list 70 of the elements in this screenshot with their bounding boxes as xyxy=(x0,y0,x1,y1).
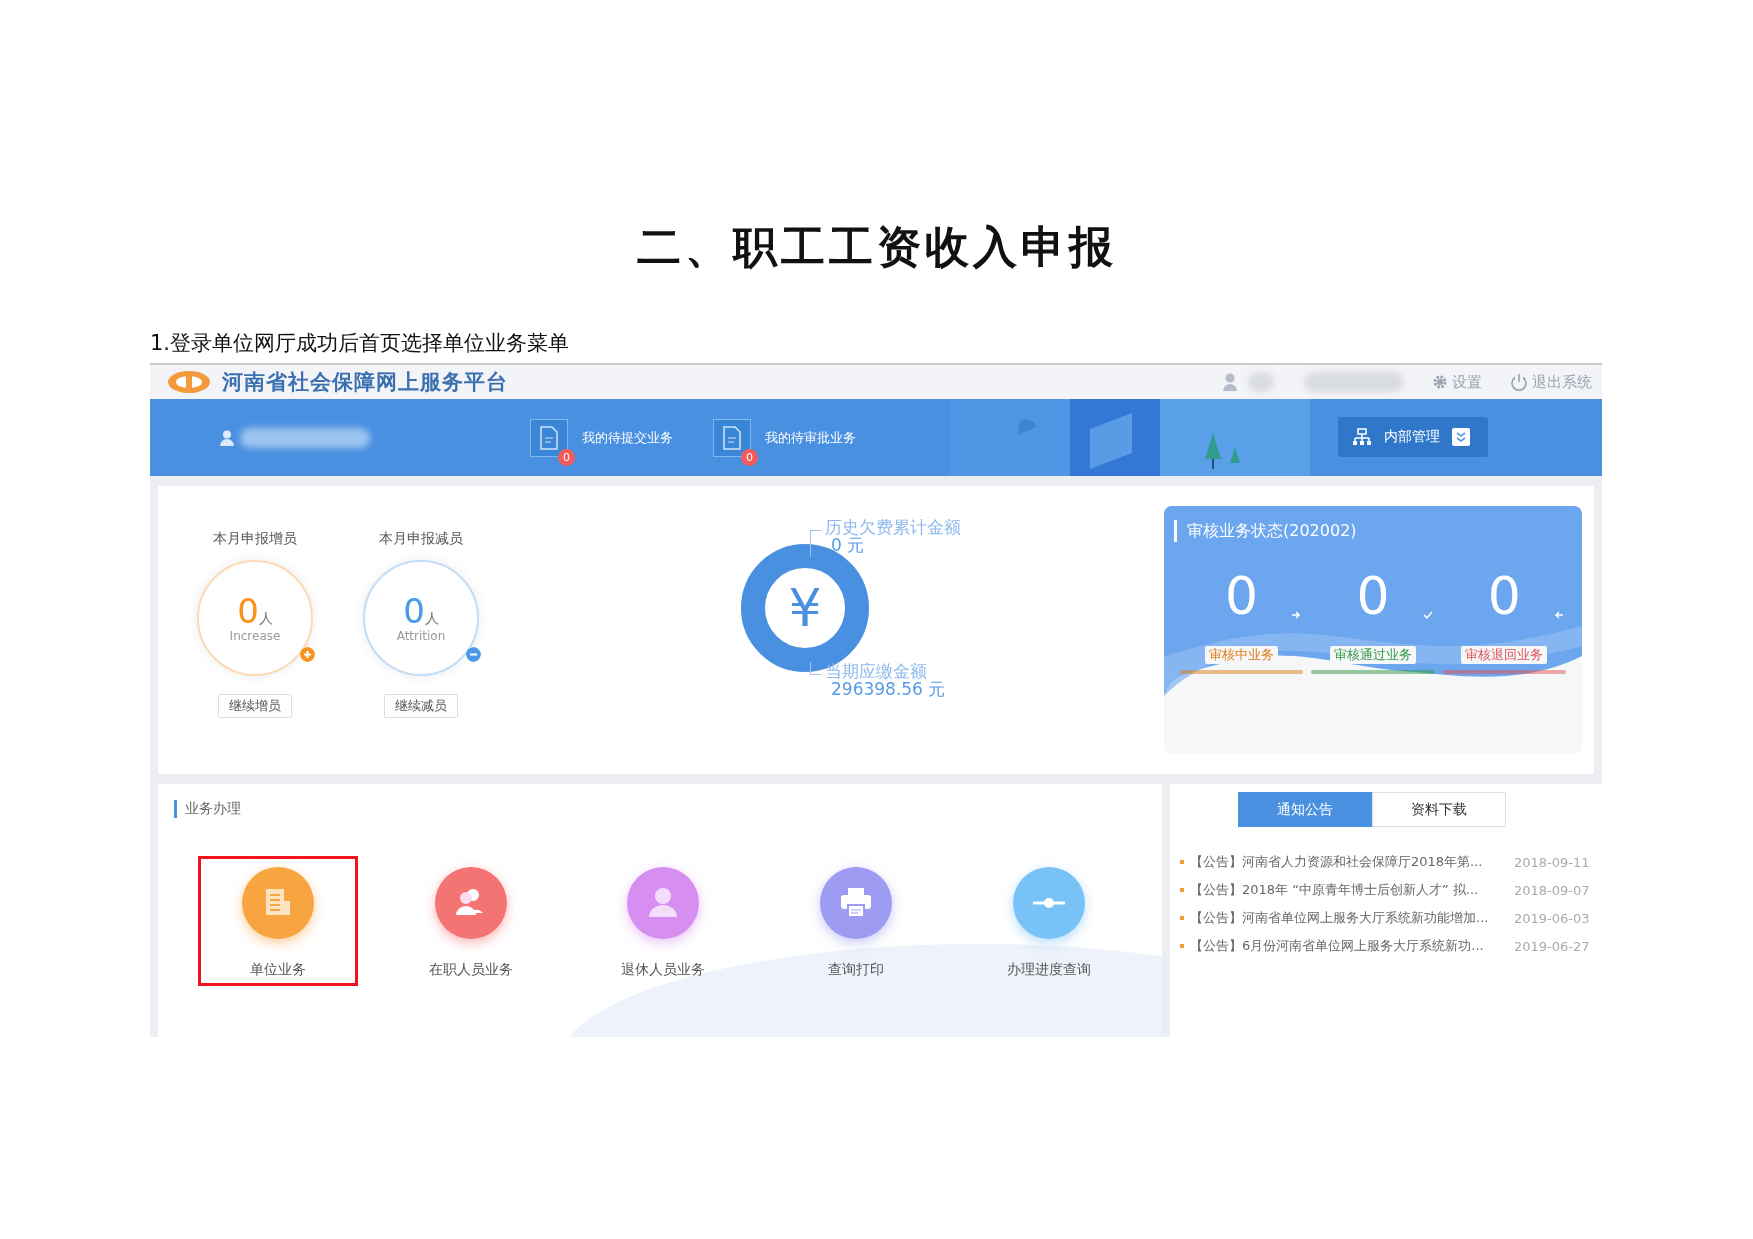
section-title: 业务办理 xyxy=(185,800,241,818)
fee-label: 历史欠费累计金额 xyxy=(825,518,961,536)
progress-icon xyxy=(1033,898,1066,908)
counter-title: 本月申报增员 xyxy=(213,530,297,548)
task-label: 我的待审批业务 xyxy=(765,428,856,447)
check-icon xyxy=(1422,610,1433,620)
task-link[interactable]: 0 我的待审批业务 xyxy=(713,406,856,469)
notice-link[interactable]: 【公告】6月份河南省单位网上服务大厅系统新功... xyxy=(1190,937,1506,955)
task-label: 我的待提交业务 xyxy=(582,428,673,447)
continue-button[interactable]: 继续增员 xyxy=(218,694,292,718)
title-accent-bar xyxy=(174,800,177,818)
title-accent-bar xyxy=(1174,520,1177,542)
bullet-icon xyxy=(1180,916,1184,920)
redacted-name xyxy=(1248,372,1274,392)
service-tile[interactable]: 办理进度查询 xyxy=(969,856,1129,986)
leader-line xyxy=(810,530,821,557)
bullet-icon xyxy=(1180,860,1184,864)
unit-label: 人 xyxy=(424,610,439,626)
unit-label: 人 xyxy=(258,610,273,626)
task-link[interactable]: 0 我的待提交业务 xyxy=(530,406,673,469)
fee-amount: 296398.56 元 xyxy=(830,680,946,698)
power-icon xyxy=(1510,373,1528,391)
bullet-icon xyxy=(1180,888,1184,892)
status-count: 0 xyxy=(1225,566,1259,626)
back-arrow-icon xyxy=(1554,610,1564,620)
notice-date: 2018-09-11 xyxy=(1514,854,1590,870)
counter-value: 0 xyxy=(237,591,259,631)
counter-title: 本月申报减员 xyxy=(379,530,463,548)
status-label: 审核退回业务 xyxy=(1461,646,1548,664)
service-tile[interactable]: 在职人员业务 xyxy=(390,856,551,986)
card-title: 审核业务状态(202002) xyxy=(1187,520,1357,542)
count-badge: 0 xyxy=(558,448,575,466)
bullet-icon xyxy=(1180,944,1184,948)
notice-date: 2019-06-27 xyxy=(1514,938,1590,954)
notice-date: 2018-09-07 xyxy=(1514,882,1590,898)
hierarchy-icon xyxy=(1352,428,1372,446)
notice-date: 2019-06-03 xyxy=(1514,910,1590,926)
notice-link[interactable]: 【公告】2018年 “中原青年博士后创新人才” 拟... xyxy=(1190,881,1506,899)
admin-menu-button[interactable]: 内部管理 xyxy=(1338,417,1488,457)
service-tile[interactable]: 退休人员业务 xyxy=(583,856,744,986)
status-count: 0 xyxy=(1487,566,1521,626)
fee-amount: 0 元 xyxy=(830,536,866,554)
settings-icon xyxy=(1432,374,1448,390)
counter-value: 0 xyxy=(403,591,425,631)
document-icon xyxy=(722,425,742,450)
tab[interactable]: 通知公告 xyxy=(1238,792,1372,827)
service-tile[interactable]: 查询打印 xyxy=(776,856,937,986)
status-count: 0 xyxy=(1356,566,1390,626)
notice-link[interactable]: 【公告】河南省人力资源和社会保障厅2018年第... xyxy=(1190,853,1506,871)
counter-caption: Attrition xyxy=(396,629,446,643)
count-badge: 0 xyxy=(741,448,758,466)
step-caption: 1.登录单位网厅成功后首页选择单位业务菜单 xyxy=(150,330,571,357)
fee-label: 当期应缴金额 xyxy=(825,662,928,680)
leader-line xyxy=(810,662,821,675)
user-icon xyxy=(220,429,234,446)
notice-link[interactable]: 【公告】河南省单位网上服务大厅系统新功能增加... xyxy=(1190,909,1506,927)
site-title: 河南省社会保障网上服务平台 xyxy=(222,369,508,396)
arrow-icon xyxy=(1291,610,1302,620)
continue-button[interactable]: 继续减员 xyxy=(384,694,458,718)
status-label: 审核通过业务 xyxy=(1330,646,1416,664)
tab[interactable]: 资料下载 xyxy=(1372,792,1506,827)
service-tile[interactable]: 单位业务 xyxy=(198,856,358,986)
document-title: 二、职工工资收入申报 xyxy=(636,220,1117,274)
yen-symbol: ¥ xyxy=(788,578,822,638)
user-icon xyxy=(1222,373,1238,391)
document-icon xyxy=(539,425,559,450)
logo-icon xyxy=(166,369,212,395)
status-label: 审核中业务 xyxy=(1205,646,1279,664)
counter-caption: Increase xyxy=(229,629,281,643)
double-chevron-icon xyxy=(1452,428,1470,446)
